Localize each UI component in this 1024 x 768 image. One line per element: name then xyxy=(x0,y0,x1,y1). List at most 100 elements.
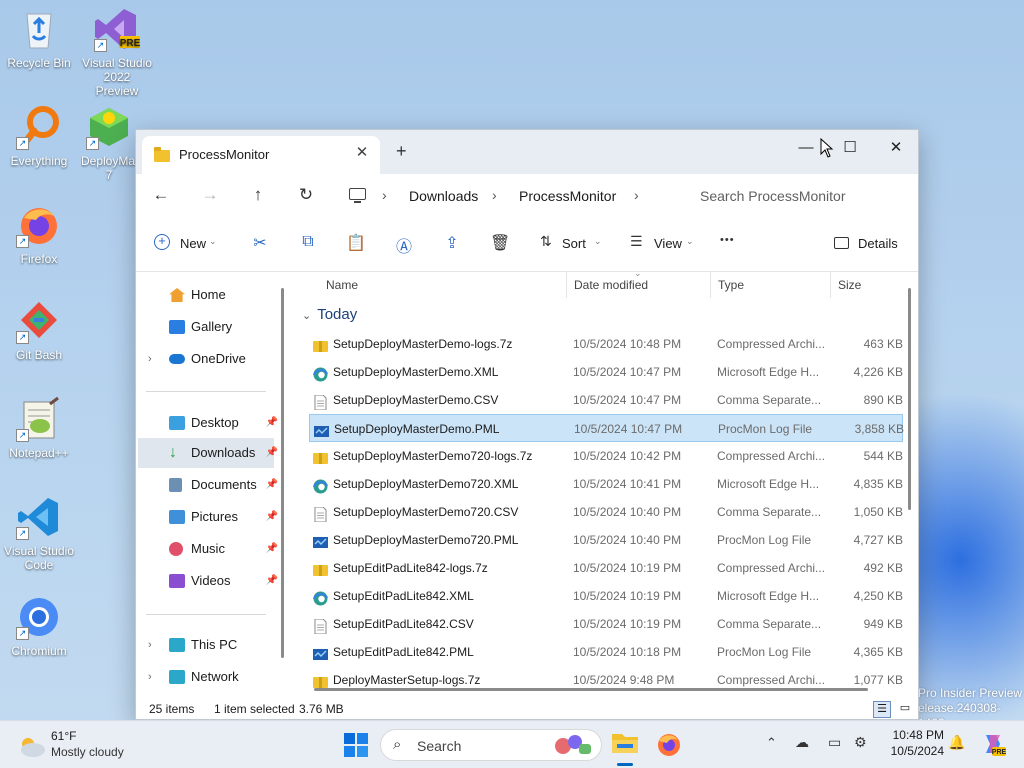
new-tab-button[interactable]: + xyxy=(396,141,407,162)
see-more-button[interactable]: ••• xyxy=(720,234,735,246)
clock[interactable]: 10:48 PM 10/5/2024 xyxy=(882,728,944,758)
sidebar-item-gallery[interactable]: Gallery xyxy=(138,312,274,342)
taskbar-firefox[interactable] xyxy=(654,729,684,761)
desktop-icon-everything[interactable]: ↗ Everything xyxy=(3,104,75,168)
pin-icon[interactable]: 📌 xyxy=(266,566,278,596)
file-row[interactable]: SetupEditPadLite842-logs.7z 10/5/2024 10:… xyxy=(309,554,903,582)
sidebar-item-documents[interactable]: Documents 📌 xyxy=(138,470,278,500)
file-row[interactable]: SetupDeployMasterDemo.PML 10/5/2024 10:47… xyxy=(309,414,904,442)
group-header-today[interactable]: ⌄ Today xyxy=(302,306,357,323)
breadcrumb-processmonitor[interactable]: ProcessMonitor xyxy=(519,188,616,204)
sidebar-scrollbar[interactable] xyxy=(281,288,284,658)
accessibility-icon[interactable]: ⚙ xyxy=(854,734,867,751)
clock-date: 10/5/2024 xyxy=(890,744,944,758)
file-type: Comma Separate... xyxy=(717,505,822,519)
new-button[interactable]: + New ⌄ xyxy=(154,228,224,258)
desktop-icon-chromium[interactable]: ↗ Chromium xyxy=(3,594,75,658)
sidebar-item-pictures[interactable]: Pictures 📌 xyxy=(138,502,278,532)
column-header-size[interactable]: Size xyxy=(838,278,861,292)
tiles-view-button[interactable]: ▭ xyxy=(896,701,914,718)
sidebar-item-network[interactable]: › Network xyxy=(138,662,274,692)
vertical-scrollbar[interactable] xyxy=(908,288,911,510)
copy-icon[interactable]: ⧉ xyxy=(298,233,318,251)
delete-icon[interactable]: 🗑 xyxy=(490,233,510,253)
up-button[interactable]: ↑ xyxy=(247,185,269,205)
desktop-icon-label: Firefox xyxy=(20,252,58,266)
file-row[interactable]: SetupEditPadLite842.CSV 10/5/2024 10:19 P… xyxy=(309,610,903,638)
file-row[interactable]: SetupDeployMasterDemo720.PML 10/5/2024 10… xyxy=(309,526,903,554)
column-header-date[interactable]: Date modified xyxy=(574,278,648,292)
cut-icon[interactable]: ✂ xyxy=(250,233,270,253)
address-bar[interactable]: › Downloads › ProcessMonitor › xyxy=(342,178,668,212)
file-row[interactable]: SetupDeployMasterDemo-logs.7z 10/5/2024 1… xyxy=(309,330,903,358)
file-name: SetupDeployMasterDemo720.XML xyxy=(333,477,519,491)
file-row[interactable]: SetupDeployMasterDemo.XML 10/5/2024 10:47… xyxy=(309,358,903,386)
chevron-right-icon[interactable]: › xyxy=(148,662,152,692)
title-bar[interactable]: ProcessMonitor ✕ + — ☐ ✕ xyxy=(136,130,918,174)
rename-icon[interactable]: Ⓐ xyxy=(394,233,414,257)
show-hidden-icons-button[interactable]: ⌃ xyxy=(766,735,777,751)
taskbar-file-explorer[interactable] xyxy=(608,727,642,766)
chevron-right-icon[interactable]: › xyxy=(148,630,152,660)
file-size: 949 KB xyxy=(863,617,903,631)
details-pane-button[interactable]: Details xyxy=(832,228,904,258)
desktop-icon-firefox[interactable]: ↗ Firefox xyxy=(3,202,75,266)
tab-processmonitor[interactable]: ProcessMonitor ✕ xyxy=(142,136,380,174)
back-button[interactable]: ← xyxy=(150,185,172,205)
maximize-button[interactable]: ☐ xyxy=(828,134,872,162)
share-icon[interactable]: ⇪ xyxy=(442,233,462,253)
file-row[interactable]: SetupEditPadLite842.XML 10/5/2024 10:19 P… xyxy=(309,582,903,610)
chevron-right-icon[interactable]: › xyxy=(634,187,639,203)
desktop-icon-vscode[interactable]: ↗ Visual Studio Code xyxy=(3,494,75,572)
divider xyxy=(566,272,567,298)
shortcut-arrow-icon: ↗ xyxy=(16,137,29,150)
file-row[interactable]: SetupDeployMasterDemo.CSV 10/5/2024 10:47… xyxy=(309,386,903,414)
desktop-icon-deploymaster[interactable]: ↗ DeployMa... 7 xyxy=(81,104,137,182)
column-header-name[interactable]: Name xyxy=(326,278,358,292)
sidebar-item-music[interactable]: Music 📌 xyxy=(138,534,278,564)
sidebar-item-this-pc[interactable]: › This PC xyxy=(138,630,274,660)
file-explorer-icon xyxy=(612,734,638,753)
details-view-button[interactable]: ☰ xyxy=(873,701,891,718)
desktop-icon-git-bash[interactable]: ↗ Git Bash xyxy=(3,298,75,362)
display-icon[interactable]: ▭ xyxy=(828,734,841,751)
desktop-icon-visual-studio[interactable]: PRE ↗ Visual Studio 2022 Preview xyxy=(81,6,153,98)
computer-icon xyxy=(349,188,366,200)
file-row[interactable]: SetupEditPadLite842.PML 10/5/2024 10:18 P… xyxy=(309,638,903,666)
start-button[interactable] xyxy=(344,733,368,757)
paste-icon[interactable]: 📋 xyxy=(346,233,366,253)
pin-icon[interactable]: 📌 xyxy=(266,470,278,500)
notification-bell-icon[interactable]: 🔔 xyxy=(948,734,965,751)
forward-button[interactable]: → xyxy=(199,185,221,205)
file-row[interactable]: SetupDeployMasterDemo720-logs.7z 10/5/202… xyxy=(309,442,903,470)
copilot-button[interactable]: PRE xyxy=(980,731,1008,759)
sidebar-item-downloads[interactable]: ↓ Downloads 📌 xyxy=(138,438,278,468)
file-size: 4,727 KB xyxy=(853,533,903,547)
sidebar-item-videos[interactable]: Videos 📌 xyxy=(138,566,278,596)
weather-widget[interactable]: 61°F Mostly cloudy xyxy=(14,727,154,763)
column-header-type[interactable]: Type xyxy=(718,278,744,292)
pin-icon[interactable]: 📌 xyxy=(266,502,278,532)
taskbar-search-box[interactable]: ⌕ Search xyxy=(380,729,602,761)
horizontal-scrollbar[interactable] xyxy=(314,688,868,691)
pin-icon[interactable]: 📌 xyxy=(266,438,278,468)
sort-button[interactable]: ⇅ Sort ⌄ xyxy=(540,228,610,258)
sidebar-item-home[interactable]: Home xyxy=(138,280,274,310)
sidebar-item-onedrive[interactable]: › OneDrive xyxy=(138,344,274,374)
pin-icon[interactable]: 📌 xyxy=(266,408,278,438)
view-button[interactable]: ☰ View ⌄ xyxy=(630,228,700,258)
network-offline-icon[interactable]: ☁ xyxy=(795,734,809,751)
file-row[interactable]: SetupDeployMasterDemo720.CSV 10/5/2024 10… xyxy=(309,498,903,526)
chevron-right-icon[interactable]: › xyxy=(148,344,152,374)
sidebar-item-desktop[interactable]: Desktop 📌 xyxy=(138,408,278,438)
search-input[interactable]: Search ProcessMonitor xyxy=(676,179,914,211)
close-tab-icon[interactable]: ✕ xyxy=(354,143,370,161)
close-window-button[interactable]: ✕ xyxy=(874,134,918,162)
refresh-button[interactable]: ↻ xyxy=(295,185,317,205)
desktop-icon-recycle-bin[interactable]: Recycle Bin xyxy=(3,6,75,70)
pin-icon[interactable]: 📌 xyxy=(266,534,278,564)
desktop-icon-notepadpp[interactable]: ↗ Notepad++ xyxy=(3,396,75,460)
file-row[interactable]: DeployMasterSetup-logs.7z 10/5/2024 9:48 … xyxy=(309,666,903,690)
file-row[interactable]: SetupDeployMasterDemo720.XML 10/5/2024 10… xyxy=(309,470,903,498)
breadcrumb-downloads[interactable]: Downloads xyxy=(409,188,478,204)
